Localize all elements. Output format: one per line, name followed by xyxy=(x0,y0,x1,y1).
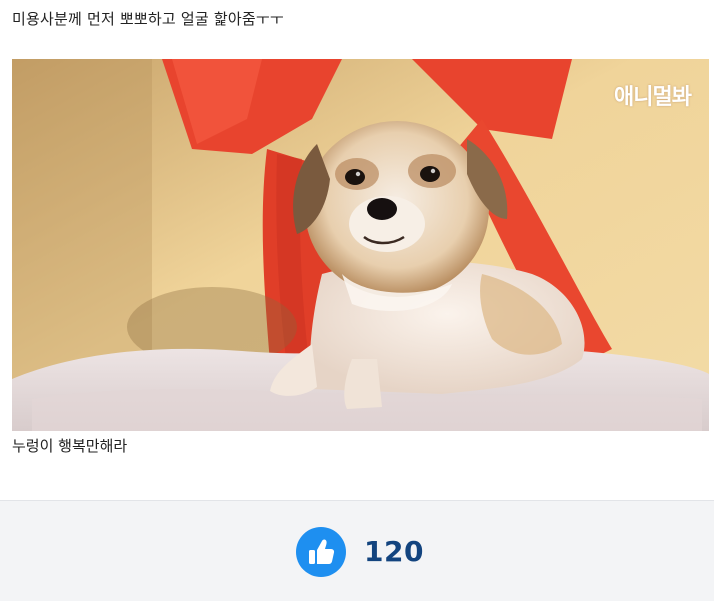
post-image: 애니멀봐 xyxy=(12,59,709,431)
reaction-bar: 120 xyxy=(0,500,714,601)
thumbs-up-icon xyxy=(309,539,335,564)
like-button[interactable] xyxy=(296,527,346,577)
dog-photo xyxy=(12,59,709,431)
post-caption-top: 미용사분께 먼저 뽀뽀하고 얼굴 핥아줌ㅜㅜ xyxy=(12,10,284,28)
watermark-logo: 애니멀봐 xyxy=(614,85,692,110)
like-count: 120 xyxy=(364,535,424,568)
post-page: 미용사분께 먼저 뽀뽀하고 얼굴 핥아줌ㅜㅜ 애니멀봐 누렁이 행복만해라 12… xyxy=(0,0,714,601)
post-caption-bottom: 누렁이 행복만해라 xyxy=(12,437,128,455)
